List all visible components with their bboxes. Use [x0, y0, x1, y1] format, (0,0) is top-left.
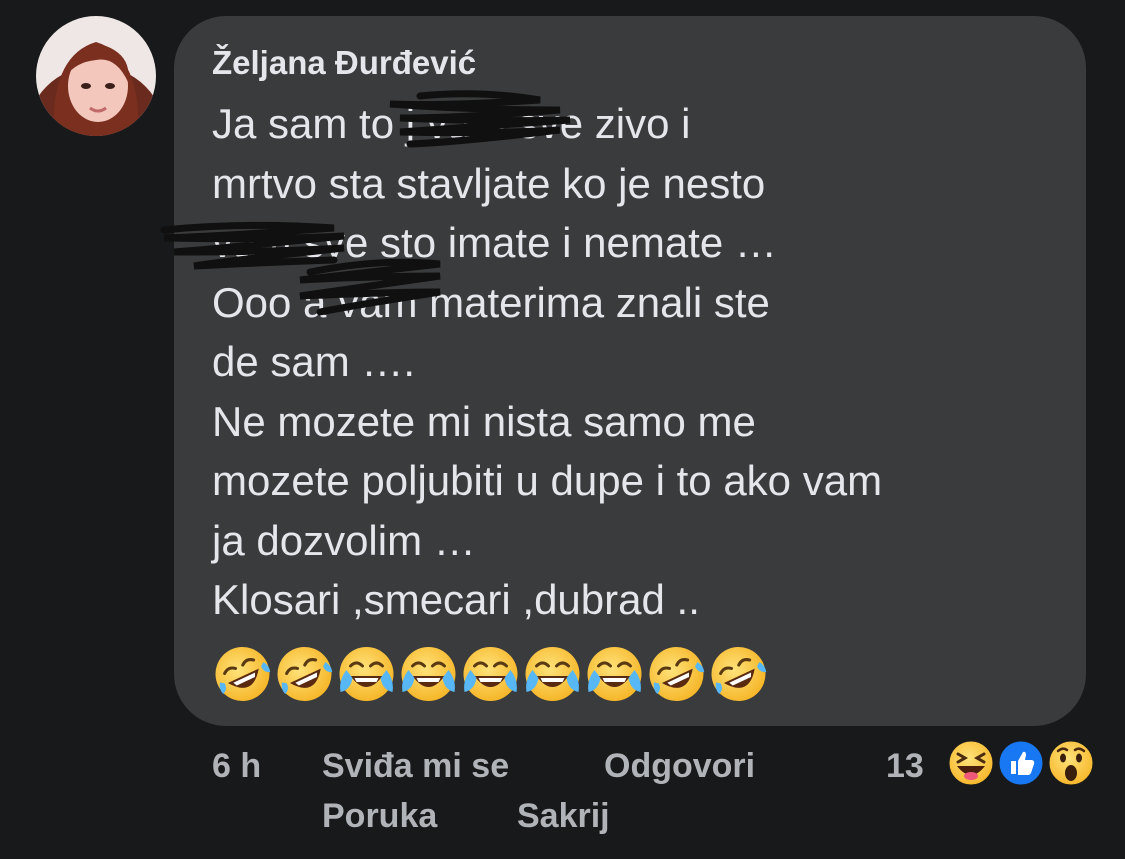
message-button[interactable]: Poruka	[322, 790, 437, 842]
emoji-row	[212, 644, 769, 704]
face-with-tears-of-joy-icon	[522, 644, 583, 704]
comment-line: mozete poljubiti u dupe i to ako vam	[212, 457, 883, 504]
rolling-on-floor-laughing-icon	[212, 644, 273, 704]
avatar-photo	[36, 16, 156, 136]
comment-timestamp[interactable]: 6 h	[212, 740, 261, 792]
comment-line: Ne mozete mi nista samo me	[212, 397, 756, 445]
face-with-tears-of-joy-icon	[336, 644, 397, 704]
comment-line: vam sve sto imate i nemate …	[212, 219, 777, 266]
like-button[interactable]: Sviđa mi se	[322, 740, 509, 792]
comment-author-name[interactable]: Željana Đurđević	[212, 40, 476, 86]
reply-button[interactable]: Odgovori	[604, 740, 755, 792]
comment-line: Klosari ,smecari ,dubrad ..	[212, 576, 700, 623]
comment-line: ja dozvolim …	[212, 516, 476, 564]
author-avatar[interactable]	[36, 16, 156, 136]
comment-line: Ja sam to j vam sve zivo i	[212, 100, 691, 147]
rolling-on-floor-laughing-icon	[274, 644, 335, 704]
hide-button[interactable]: Sakrij	[517, 790, 610, 842]
like-reaction-icon	[996, 738, 1046, 788]
face-with-tears-of-joy-icon	[398, 644, 459, 704]
reaction-count[interactable]: 13	[886, 740, 924, 792]
comment-line: mrtvo sta stavljate ko je nesto	[212, 159, 766, 207]
comment-line: Ooo a vam materima znali ste	[212, 278, 770, 326]
wow-reaction-icon	[1046, 738, 1096, 788]
comment-line: de sam ….	[212, 338, 416, 385]
face-with-tears-of-joy-icon	[460, 644, 521, 704]
rolling-on-floor-laughing-icon	[708, 644, 769, 704]
rolling-on-floor-laughing-icon	[646, 644, 707, 704]
reactions-summary[interactable]	[946, 738, 1096, 788]
comment-body: Ja sam to j vam sve zivo i mrtvo sta sta…	[212, 94, 1072, 630]
haha-reaction-icon	[946, 738, 996, 788]
face-with-tears-of-joy-icon	[584, 644, 645, 704]
